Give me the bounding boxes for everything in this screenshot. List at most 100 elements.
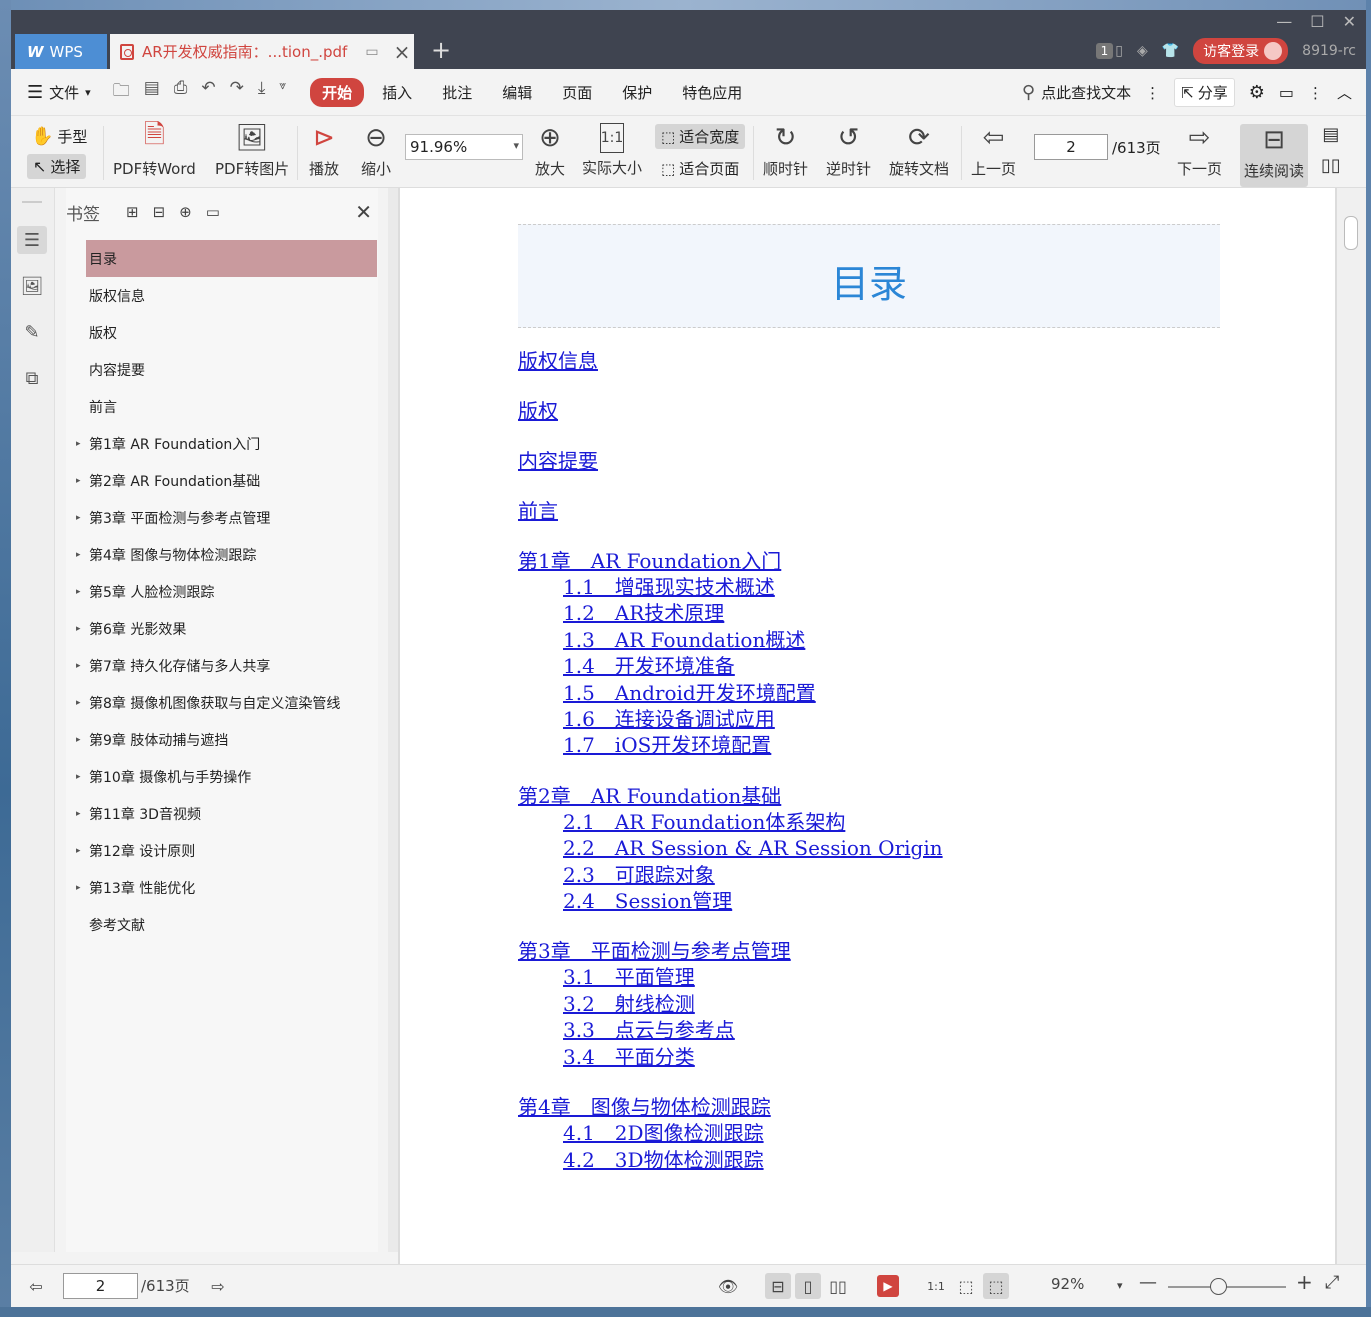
close-window-icon[interactable]: ✕	[1343, 12, 1356, 31]
bookmark-item[interactable]: 版权	[86, 314, 377, 351]
wps-home-tab[interactable]: W WPS	[15, 34, 107, 69]
play-button[interactable]: ⊳ 播放	[309, 122, 339, 179]
bookmark-item[interactable]: ▸ 第8章 摄像机图像获取与自定义渲染管线	[76, 684, 377, 721]
toc-sublink[interactable]: 3.1 平面管理	[518, 964, 943, 990]
previous-page-button[interactable]: ⇦ 上一页	[971, 122, 1016, 179]
fit-page-status-icon[interactable]: ⬚	[953, 1273, 979, 1299]
toc-sublink[interactable]: 2.3 可跟踪对象	[518, 862, 943, 888]
page-number-input[interactable]: 2	[1034, 134, 1108, 160]
tab-desktop-icon[interactable]: ▭	[362, 44, 382, 60]
tab-special-apps[interactable]: 特色应用	[670, 78, 754, 107]
file-menu-button[interactable]: ☰ 文件 ▾	[27, 82, 91, 103]
toc-sublink[interactable]: 1.1 增强现实技术概述	[518, 574, 943, 600]
rotate-clockwise-button[interactable]: ↻ 顺时针	[763, 122, 808, 179]
tab-close-icon[interactable]: ×	[390, 40, 414, 64]
redo-icon[interactable]: ↷	[230, 78, 244, 107]
new-tab-icon[interactable]: +	[431, 36, 451, 64]
image-extract-icon[interactable]: ⧉	[17, 364, 47, 392]
shirt-icon[interactable]: 👕	[1162, 43, 1179, 59]
panel-scrollbar[interactable]	[388, 188, 398, 1252]
status-next-page-icon[interactable]: ⇨	[205, 1273, 231, 1299]
continuous-view-icon[interactable]: ⊟	[765, 1273, 791, 1299]
expand-all-icon[interactable]: ⊞	[126, 203, 139, 221]
expand-caret-icon[interactable]: ▸	[76, 698, 81, 708]
zoom-in-button[interactable]: ⊕ 放大	[535, 122, 565, 179]
zoom-dropdown-icon[interactable]: ▾	[1117, 1279, 1123, 1292]
skin-icon[interactable]: ◈	[1137, 43, 1148, 59]
bookmark-item[interactable]: 前言	[86, 388, 377, 425]
search-text-button[interactable]: ⚲ 点此查找文本	[1022, 82, 1131, 103]
bookmark-item[interactable]: ▸ 第10章 摄像机与手势操作	[76, 758, 377, 795]
fit-page-button[interactable]: ⬚ 适合页面	[655, 156, 745, 181]
pdf-to-image-button[interactable]: 🖼 PDF转图片	[215, 122, 289, 179]
toc-sublink[interactable]: 3.2 射线检测	[518, 991, 943, 1017]
fullscreen-icon[interactable]: ⤢	[1325, 1272, 1339, 1293]
fit-width-button[interactable]: ⬚ 适合宽度	[655, 124, 746, 149]
bookmark-item[interactable]: ▸ 第3章 平面检测与参考点管理	[76, 499, 377, 536]
close-panel-icon[interactable]: ✕	[355, 200, 372, 224]
fit-width-status-icon[interactable]: ⬚	[983, 1273, 1009, 1299]
toc-link[interactable]: 第4章 图像与物体检测跟踪	[518, 1094, 943, 1120]
annotations-icon[interactable]: ✎	[17, 318, 47, 346]
thumbnails-icon[interactable]: 🖼	[17, 272, 47, 300]
tab-start[interactable]: 开始	[310, 77, 365, 107]
share-button[interactable]: ⇱ 分享	[1174, 78, 1235, 107]
toc-sublink[interactable]: 4.2 3D物体检测跟踪	[518, 1147, 943, 1173]
tab-insert[interactable]: 插入	[370, 78, 424, 107]
zoom-minus-icon[interactable]: —	[1139, 1272, 1157, 1293]
comment-icon[interactable]: ▭	[1279, 83, 1294, 102]
rotate-counterclockwise-button[interactable]: ↺ 逆时针	[826, 122, 871, 179]
login-button[interactable]: 访客登录	[1193, 38, 1289, 64]
bookmark-item[interactable]: ▸ 第2章 AR Foundation基础	[76, 462, 377, 499]
more-dropdown-icon[interactable]: ⩔	[279, 78, 286, 107]
collapse-ribbon-icon[interactable]: ︿	[1337, 82, 1352, 103]
expand-caret-icon[interactable]: ▸	[76, 513, 81, 523]
tab-page[interactable]: 页面	[550, 78, 604, 107]
toc-sublink[interactable]: 1.5 Android开发环境配置	[518, 680, 943, 706]
save-icon[interactable]: ▤	[144, 78, 160, 107]
scrollbar-thumb[interactable]	[1344, 216, 1358, 250]
zoom-slider-knob[interactable]	[1210, 1278, 1227, 1295]
toc-link[interactable]: 第3章 平面检测与参考点管理	[518, 938, 943, 964]
rotate-document-button[interactable]: ⟳ 旋转文档	[889, 122, 949, 179]
zoom-plus-icon[interactable]: +	[1296, 1270, 1313, 1294]
bookmark-item[interactable]: ▸ 第7章 持久化存储与多人共享	[76, 647, 377, 684]
gear-icon[interactable]: ⚙	[1249, 82, 1265, 103]
expand-caret-icon[interactable]: ▸	[76, 476, 81, 486]
collapse-all-icon[interactable]: ⊟	[153, 203, 166, 221]
bookmark-options-icon[interactable]: ▭	[206, 203, 220, 221]
document-scrollbar[interactable]	[1337, 188, 1366, 1264]
tab-edit[interactable]: 编辑	[490, 78, 544, 107]
bookmark-item[interactable]: ▸ 第6章 光影效果	[76, 610, 377, 647]
toc-sublink[interactable]: 1.2 AR技术原理	[518, 600, 943, 626]
toc-sublink[interactable]: 1.3 AR Foundation概述	[518, 627, 943, 653]
status-page-input[interactable]: 2	[63, 1273, 138, 1299]
expand-caret-icon[interactable]: ▸	[76, 550, 81, 560]
toc-sublink[interactable]: 3.3 点云与参考点	[518, 1017, 943, 1043]
document-tab[interactable]: AR开发权威指南：...tion_.pdf ▭ ×	[110, 34, 414, 69]
bookmark-item[interactable]: 目录	[86, 240, 377, 277]
toc-sublink[interactable]: 3.4 平面分类	[518, 1044, 943, 1070]
print-icon[interactable]: ⎙	[174, 78, 188, 107]
undo-icon[interactable]: ↶	[201, 78, 215, 107]
toc-sublink[interactable]: 4.1 2D图像检测跟踪	[518, 1120, 943, 1146]
tab-count-badge[interactable]: 1 ▯	[1095, 43, 1123, 59]
play-slideshow-icon[interactable]: ▶	[877, 1275, 899, 1297]
bookmark-item[interactable]: ▸ 第4章 图像与物体检测跟踪	[76, 536, 377, 573]
status-prev-page-icon[interactable]: ⇦	[23, 1273, 49, 1299]
actual-size-button[interactable]: 1:1 实际大小	[582, 122, 642, 178]
expand-caret-icon[interactable]: ▸	[76, 809, 81, 819]
expand-caret-icon[interactable]: ▸	[76, 883, 81, 893]
minimize-icon[interactable]: —	[1276, 12, 1292, 31]
toc-link[interactable]: 第2章 AR Foundation基础	[518, 783, 943, 809]
open-folder-icon[interactable]: 🗀	[113, 78, 130, 107]
dual-page-icon[interactable]: ▯▯	[825, 1273, 851, 1299]
bookmark-item[interactable]: 内容提要	[86, 351, 377, 388]
toc-link[interactable]: 第1章 AR Foundation入门	[518, 548, 943, 574]
bookmark-item[interactable]: ▸ 第1章 AR Foundation入门	[76, 425, 377, 462]
toc-sublink[interactable]: 2.1 AR Foundation体系架构	[518, 809, 943, 835]
export-icon[interactable]: ⤓	[258, 78, 266, 107]
single-page-view-icon[interactable]: ▤	[1322, 124, 1339, 145]
bookmark-item[interactable]: ▸ 第5章 人脸检测跟踪	[76, 573, 377, 610]
toc-link[interactable]: 内容提要	[518, 448, 943, 474]
